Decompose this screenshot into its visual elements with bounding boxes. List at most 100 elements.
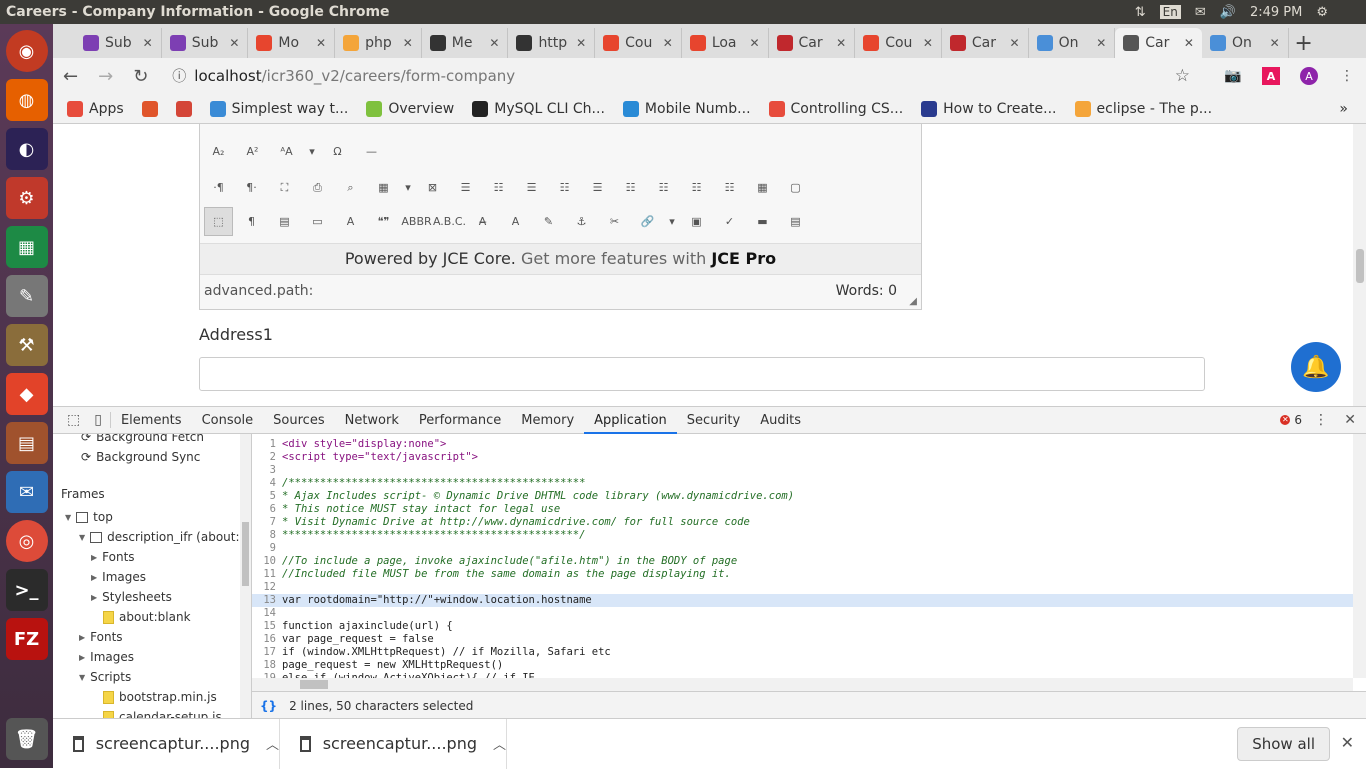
anydesk-icon[interactable]: ◆: [5, 373, 48, 415]
sidebar-item[interactable]: ⟳ Background Fetch: [81, 434, 204, 444]
bookmark-8[interactable]: How to Create...: [921, 100, 1057, 117]
editor-tool-button[interactable]: ▣: [682, 207, 711, 236]
settings-tools-icon[interactable]: ⚙: [5, 177, 48, 219]
file-archive-icon[interactable]: ▤: [5, 422, 48, 464]
tab-5[interactable]: http ✕: [508, 28, 596, 58]
sidebar-scrollbar[interactable]: [240, 434, 251, 718]
tab-7[interactable]: Loa ✕: [682, 28, 769, 58]
editor-tool-button[interactable]: ▤: [270, 207, 299, 236]
code-vertical-scrollbar[interactable]: [1353, 434, 1366, 678]
sidebar-item[interactable]: about:blank: [103, 610, 191, 624]
editor-tool-button[interactable]: ✓: [715, 207, 744, 236]
new-tab-button[interactable]: +: [1289, 28, 1319, 58]
tab-11[interactable]: On ✕: [1029, 28, 1116, 58]
ubuntu-logo-icon[interactable]: ◉: [5, 30, 48, 72]
tab-close-icon[interactable]: ✕: [576, 36, 586, 50]
keyboard-language[interactable]: En: [1159, 5, 1181, 19]
bookmark-6[interactable]: Mobile Numb...: [622, 100, 751, 117]
source-code-view[interactable]: 1 <div style="display:none"> 2 <script type…: [252, 434, 1353, 678]
editor-tool-button[interactable]: ABBR: [401, 207, 431, 236]
bookmark-4[interactable]: Overview: [366, 100, 454, 117]
expand-arrow-icon[interactable]: ▼: [79, 533, 85, 542]
sidebar-item[interactable]: ▼ description_ifr (about:bl: [79, 530, 250, 544]
editor-tool-button[interactable]: ⎙: [303, 173, 332, 202]
bookmark-9[interactable]: eclipse - The p...: [1074, 100, 1212, 117]
editor-tool-button[interactable]: ⚓: [567, 207, 596, 236]
spreadsheet-icon[interactable]: ▦: [5, 226, 48, 268]
sidebar-item[interactable]: ▶ Images: [91, 570, 146, 584]
collapse-arrow-icon[interactable]: ▶: [91, 593, 97, 602]
editor-tool-button[interactable]: A₂: [204, 137, 233, 166]
editor-tool-button[interactable]: ▾: [402, 173, 414, 202]
tab-close-icon[interactable]: ✕: [1096, 36, 1106, 50]
devtools-tab-sources[interactable]: Sources: [263, 407, 334, 434]
editor-tool-button[interactable]: ·¶: [204, 173, 233, 202]
show-all-button[interactable]: Show all: [1237, 727, 1330, 761]
editor-tool-button[interactable]: ᴬA: [272, 137, 301, 166]
downloads-close-icon[interactable]: ✕: [1341, 733, 1354, 752]
collapse-arrow-icon[interactable]: ▶: [91, 573, 97, 582]
inspect-element-icon[interactable]: ⬚: [61, 412, 86, 428]
download-item[interactable]: screencaptur....png ︿: [280, 718, 507, 769]
sidebar-item[interactable]: ▶ Fonts: [79, 630, 123, 644]
reload-icon[interactable]: ↻: [133, 66, 148, 87]
editor-tool-button[interactable]: ☷: [682, 173, 711, 202]
tab-close-icon[interactable]: ✕: [1184, 36, 1194, 50]
jce-pro-link[interactable]: JCE Pro: [711, 249, 776, 268]
editor-tool-button[interactable]: ☷: [649, 173, 678, 202]
editor-tool-button[interactable]: ☷: [484, 173, 513, 202]
editor-tool-button[interactable]: ☰: [583, 173, 612, 202]
firefox-icon[interactable]: ◍: [5, 79, 48, 121]
terminal-icon[interactable]: >_: [5, 569, 48, 611]
editor-tool-button[interactable]: ☷: [616, 173, 645, 202]
editor-tool-button[interactable]: ▦: [369, 173, 398, 202]
editor-tool-button[interactable]: ▢: [781, 173, 810, 202]
extension-a-icon[interactable]: A: [1262, 67, 1280, 85]
devtools-menu-icon[interactable]: ⋮: [1314, 412, 1328, 428]
sidebar-item[interactable]: ▼ Scripts: [79, 670, 131, 684]
menu-kebab-icon[interactable]: ⋮: [1338, 67, 1356, 85]
tab-4[interactable]: Me ✕: [422, 28, 509, 58]
page-scrollbar[interactable]: [1353, 124, 1366, 406]
power-gear-icon[interactable]: ⚙: [1316, 5, 1328, 20]
editor-tool-button[interactable]: ▭: [303, 207, 332, 236]
sidebar-scrollbar-thumb[interactable]: [242, 522, 249, 586]
bookmark-0[interactable]: Apps: [67, 100, 124, 117]
sidebar-item[interactable]: calendar-setup.js: [103, 710, 222, 718]
device-toolbar-icon[interactable]: ▯: [86, 412, 111, 428]
editor-tool-button[interactable]: ▾: [666, 207, 678, 236]
editor-tool-button[interactable]: ☷: [550, 173, 579, 202]
code-horizontal-scrollbar-thumb[interactable]: [300, 680, 328, 689]
editor-tool-button[interactable]: ¶: [237, 207, 266, 236]
bookmark-star-icon[interactable]: ☆: [1175, 66, 1190, 86]
bookmark-2[interactable]: [175, 100, 192, 117]
bookmark-5[interactable]: MySQL CLI Ch...: [472, 100, 605, 117]
devtools-close-icon[interactable]: ✕: [1344, 412, 1356, 428]
tab-8[interactable]: Car ✕: [769, 28, 856, 58]
tab-close-icon[interactable]: ✕: [663, 36, 673, 50]
sidebar-item[interactable]: ▶ Images: [79, 650, 134, 664]
bookmarks-overflow-icon[interactable]: »: [1339, 101, 1348, 117]
profile-avatar[interactable]: A: [1300, 67, 1318, 85]
tab-3[interactable]: php ✕: [335, 28, 422, 58]
expand-arrow-icon[interactable]: ▼: [65, 513, 71, 522]
editor-tool-button[interactable]: ▾: [306, 137, 318, 166]
filezilla-icon[interactable]: FZ: [5, 618, 48, 660]
info-icon[interactable]: ⓘ: [172, 66, 186, 86]
text-editor-icon[interactable]: ✎: [5, 275, 48, 317]
tab-close-icon[interactable]: ✕: [836, 36, 846, 50]
powered-more-link[interactable]: Get more features with: [521, 249, 706, 268]
editor-tool-button[interactable]: ✂: [600, 207, 629, 236]
tab-close-icon[interactable]: ✕: [403, 36, 413, 50]
editor-tool-button[interactable]: ▦: [748, 173, 777, 202]
code-horizontal-scrollbar[interactable]: [252, 678, 1353, 691]
editor-tool-button[interactable]: ¶·: [237, 173, 266, 202]
devtools-tab-elements[interactable]: Elements: [111, 407, 192, 434]
tab-close-icon[interactable]: ✕: [749, 36, 759, 50]
editor-tool-button[interactable]: ▤: [781, 207, 810, 236]
editor-tool-button[interactable]: ☰: [451, 173, 480, 202]
tab-10[interactable]: Car ✕: [942, 28, 1029, 58]
sidebar-item[interactable]: ⟳ Background Sync: [81, 450, 200, 464]
devtools-tab-console[interactable]: Console: [192, 407, 264, 434]
devtools-tab-memory[interactable]: Memory: [511, 407, 584, 434]
